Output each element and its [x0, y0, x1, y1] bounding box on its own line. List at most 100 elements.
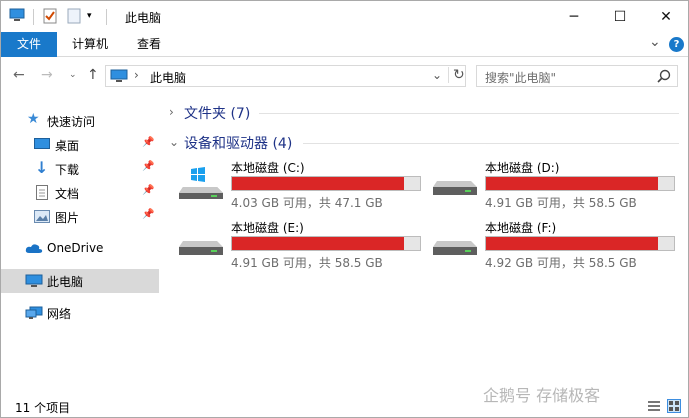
nav-desktop[interactable]: 桌面 📌 — [1, 133, 159, 157]
details-view-icon[interactable] — [647, 399, 661, 413]
drive-usage-bar — [485, 236, 675, 251]
maximize-button[interactable]: ☐ — [597, 1, 643, 32]
divider — [106, 9, 107, 25]
this-pc-window-icon — [9, 8, 25, 25]
nav-download[interactable]: ↓ 下载 📌 — [1, 157, 159, 181]
drive-usage-bar — [231, 236, 421, 251]
nav-this-pc[interactable]: 此电脑 — [1, 269, 159, 293]
group-header-folders[interactable]: › 文件夹 (7) — [169, 103, 679, 125]
cloud-icon — [25, 243, 43, 257]
maximize-icon: ☐ — [613, 8, 627, 25]
drive-usage-bar — [231, 176, 421, 191]
content-area: › 文件夹 (7) ⌄ 设备和驱动器 (4) 本地磁盘 (C:) 4.03 GB … — [169, 95, 688, 395]
star-icon: ★ — [27, 111, 40, 127]
forward-arrow-icon[interactable]: → — [41, 67, 53, 83]
drive-tile[interactable]: 本地磁盘 (D:) 4.91 GB 可用，共 58.5 GB — [423, 159, 677, 215]
nav-quick-access[interactable]: ★ 快速访问 — [1, 109, 159, 133]
search-input[interactable]: 搜索"此电脑" — [476, 65, 678, 87]
drive-name: 本地磁盘 (D:) — [485, 161, 560, 175]
close-icon: ✕ — [660, 8, 672, 25]
drive-usage-fill — [232, 237, 405, 250]
drive-name: 本地磁盘 (F:) — [485, 221, 557, 235]
this-pc-icon — [110, 69, 128, 86]
tab-computer[interactable]: 计算机 — [63, 32, 117, 57]
group-divider — [259, 113, 679, 114]
hard-drive-icon — [431, 227, 479, 263]
network-icon — [25, 306, 43, 323]
address-dropdown-icon[interactable]: ⌄ — [432, 68, 442, 82]
drive-usage-fill — [486, 237, 659, 250]
ribbon-tabs: 文件 计算机 查看 ⌄ ? — [1, 32, 688, 57]
properties-icon[interactable] — [43, 8, 57, 27]
nav-desktop-label: 桌面 — [55, 139, 80, 153]
this-pc-icon — [25, 274, 43, 291]
drive-tile[interactable]: 本地磁盘 (E:) 4.91 GB 可用，共 58.5 GB — [169, 219, 423, 275]
refresh-icon[interactable]: ↻ — [448, 67, 465, 83]
pin-icon[interactable]: 📌 — [142, 209, 154, 220]
drive-usage-fill — [232, 177, 404, 190]
up-arrow-icon[interactable]: ↑ — [87, 67, 99, 83]
minimize-icon: ─ — [569, 8, 579, 25]
search-icon[interactable] — [657, 69, 671, 86]
nav-pictures-label: 图片 — [55, 211, 80, 225]
search-placeholder: 搜索"此电脑" — [485, 71, 557, 85]
nav-pictures[interactable]: 图片 📌 — [1, 205, 159, 229]
title-bar: ▾ 此电脑 ─ ☐ ✕ — [1, 1, 688, 32]
chevron-down-icon[interactable]: ⌄ — [169, 135, 179, 149]
help-icon[interactable]: ? — [669, 37, 684, 52]
recent-locations-icon[interactable]: ⌄ — [69, 70, 77, 80]
group-divider — [303, 143, 679, 144]
nav-onedrive-label: OneDrive — [47, 241, 104, 255]
drive-name: 本地磁盘 (E:) — [231, 221, 304, 235]
windows-drive-icon — [177, 167, 225, 203]
address-bar[interactable]: › 此电脑 ⌄ ↻ — [105, 65, 466, 87]
hard-drive-icon — [431, 167, 479, 203]
minimize-button[interactable]: ─ — [551, 1, 597, 32]
explorer-window: ▾ 此电脑 ─ ☐ ✕ 文件 计算机 查看 ⌄ ? ← → ⌄ ↑ › 此电脑 … — [0, 0, 689, 418]
address-path: 此电脑 — [150, 71, 187, 85]
group-title-devices: 设备和驱动器 (4) — [184, 136, 293, 152]
pin-icon[interactable]: 📌 — [142, 185, 154, 196]
drive-space-info: 4.03 GB 可用，共 47.1 GB — [231, 196, 383, 210]
drive-tile[interactable]: 本地磁盘 (C:) 4.03 GB 可用，共 47.1 GB — [169, 159, 423, 215]
nav-this-pc-label: 此电脑 — [47, 275, 84, 289]
nav-quick-access-label: 快速访问 — [47, 115, 96, 129]
customize-toolbar-icon[interactable]: ▾ — [87, 11, 92, 21]
expand-ribbon-icon[interactable]: ⌄ — [649, 34, 661, 50]
hard-drive-icon — [177, 227, 225, 263]
back-arrow-icon[interactable]: ← — [13, 67, 25, 83]
watermark-text: 企鹅号 存储极客 — [483, 386, 601, 405]
nav-documents-label: 文档 — [55, 187, 80, 201]
tab-view[interactable]: 查看 — [127, 32, 171, 57]
pin-icon[interactable]: 📌 — [142, 137, 154, 148]
drive-name: 本地磁盘 (C:) — [231, 161, 305, 175]
item-count: 11 个项目 — [15, 401, 71, 415]
nav-download-label: 下载 — [55, 163, 80, 177]
chevron-right-icon[interactable]: › — [169, 105, 174, 119]
document-icon — [36, 185, 48, 203]
navigation-pane: ★ 快速访问 桌面 📌 ↓ 下载 📌 文档 📌 图片 � — [1, 95, 159, 395]
address-row: ← → ⌄ ↑ › 此电脑 ⌄ ↻ 搜索"此电脑" — [1, 58, 688, 94]
drive-tile[interactable]: 本地磁盘 (F:) 4.92 GB 可用，共 58.5 GB — [423, 219, 677, 275]
drive-space-info: 4.91 GB 可用，共 58.5 GB — [231, 256, 383, 270]
nav-onedrive[interactable]: OneDrive — [1, 237, 159, 261]
tab-file[interactable]: 文件 — [1, 32, 57, 57]
nav-documents[interactable]: 文档 📌 — [1, 181, 159, 205]
new-folder-icon[interactable] — [67, 8, 81, 27]
drive-usage-fill — [486, 177, 659, 190]
desktop-icon — [34, 138, 50, 154]
divider — [33, 9, 34, 25]
large-icons-view-icon[interactable] — [667, 399, 681, 413]
window-title: 此电脑 — [125, 11, 162, 25]
pin-icon[interactable]: 📌 — [142, 161, 154, 172]
picture-icon — [34, 210, 50, 226]
drive-space-info: 4.91 GB 可用，共 58.5 GB — [485, 196, 637, 210]
group-title-folders: 文件夹 (7) — [184, 106, 251, 122]
nav-network[interactable]: 网络 — [1, 301, 159, 325]
breadcrumb-separator-icon[interactable]: › — [134, 68, 139, 82]
group-header-devices[interactable]: ⌄ 设备和驱动器 (4) — [169, 133, 679, 155]
drive-usage-bar — [485, 176, 675, 191]
close-button[interactable]: ✕ — [643, 1, 689, 32]
nav-network-label: 网络 — [47, 307, 72, 321]
download-icon: ↓ — [35, 158, 49, 177]
